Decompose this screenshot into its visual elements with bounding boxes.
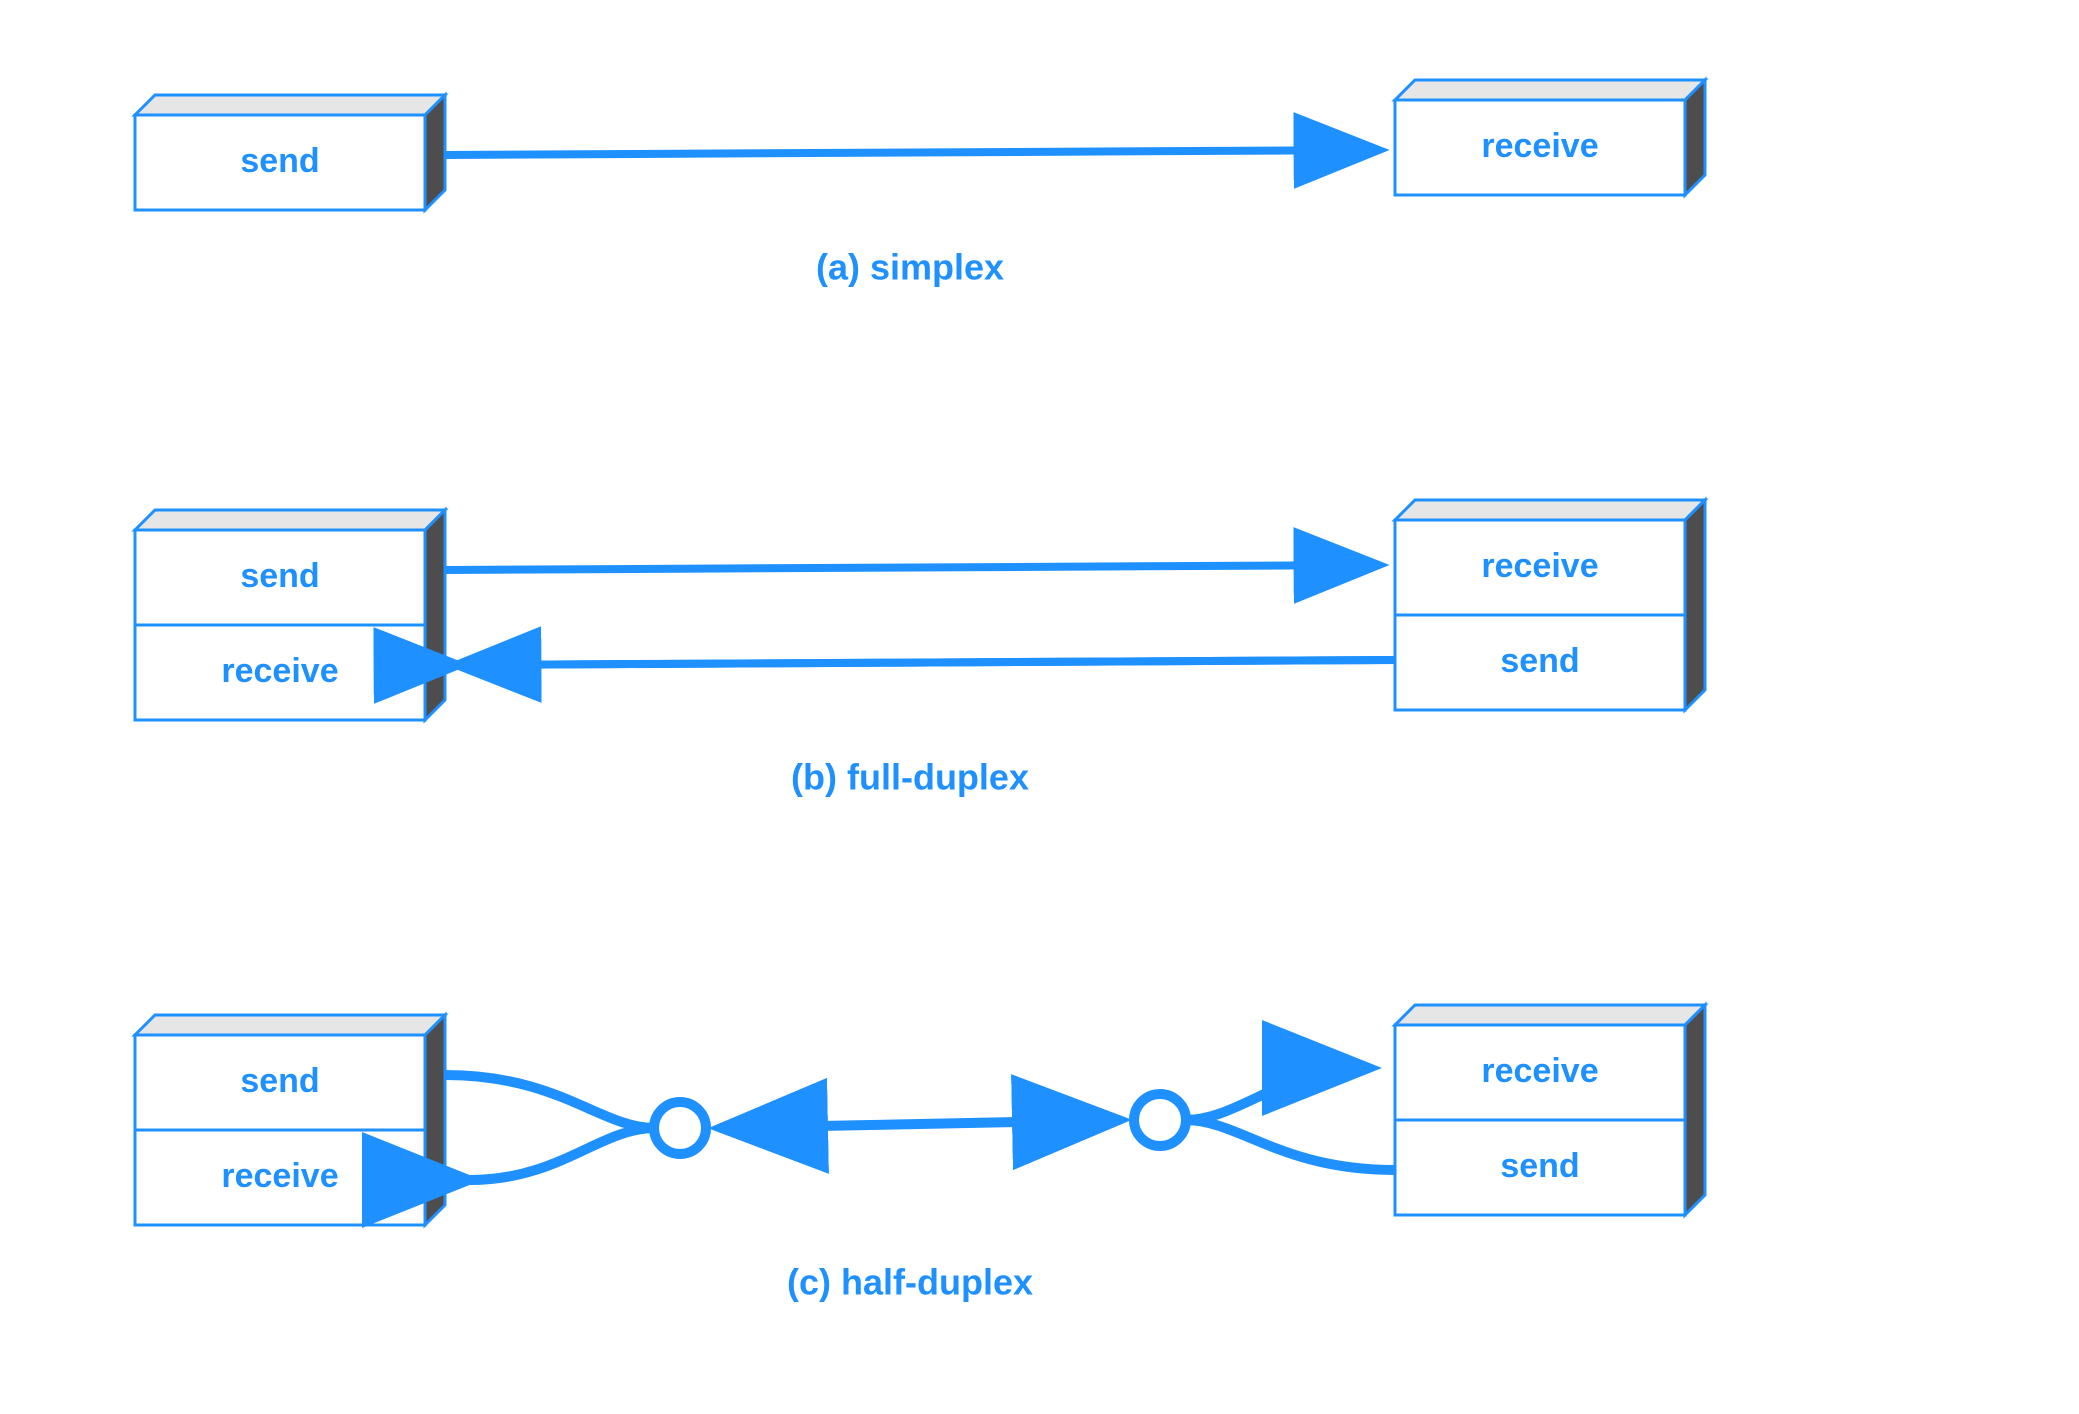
junction-c-left [654,1102,706,1154]
merge-c-left-in [470,1128,655,1180]
merge-c-left-out [445,1075,655,1128]
caption-b: (b) full-duplex [791,757,1029,798]
label-a-left-0: send [240,142,319,180]
label-c-left-0: send [240,1062,319,1100]
box-a-left: send [135,95,445,210]
label-b-right-1: send [1500,642,1579,680]
box-c-left: send receive [135,1015,445,1225]
box-b-right: receive send [1395,500,1705,710]
merge-c-right-out [1185,1120,1395,1170]
label-a-right-0: receive [1481,127,1598,165]
junction-c-right [1134,1094,1186,1146]
label-c-left-1: receive [221,1157,338,1195]
box-a-right: receive [1395,80,1705,195]
section-half-duplex: send receive receive send (c) half-duple… [135,1005,1705,1303]
section-full-duplex: send receive receive send (b) full-duple… [135,500,1705,798]
arrow-c-center [720,1120,1120,1128]
arrow-a [445,150,1380,155]
section-simplex: send receive (a) simplex [135,80,1705,288]
label-b-left-0: send [240,557,319,595]
box-b-left: send receive [135,510,445,720]
arrow-b-top [445,565,1380,570]
caption-c: (c) half-duplex [787,1262,1033,1303]
label-c-right-1: send [1500,1147,1579,1185]
merge-c-right-in [1185,1068,1370,1120]
label-b-left-1: receive [221,652,338,690]
box-c-right: receive send [1395,1005,1705,1215]
label-b-right-0: receive [1481,547,1598,585]
caption-a: (a) simplex [816,247,1004,288]
label-c-right-0: receive [1481,1052,1598,1090]
diagram-canvas: send receive (a) simplex send receive [0,0,2079,1414]
